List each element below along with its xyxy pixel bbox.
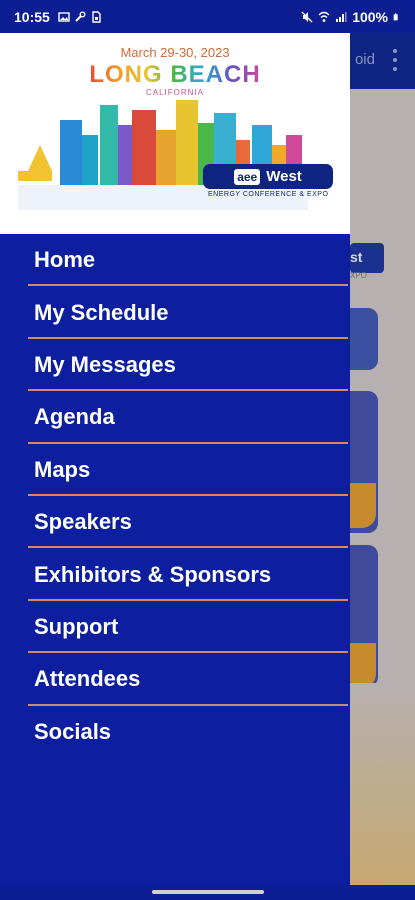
menu-item-maps[interactable]: Maps (0, 444, 350, 497)
aee-west-badge: aee West (203, 164, 333, 189)
menu-item-exhibitors-sponsors[interactable]: Exhibitors & Sponsors (0, 548, 350, 602)
background-appbar-title: oid (354, 51, 375, 68)
aee-badge-text: West (266, 168, 302, 185)
event-date: March 29-30, 2023 (120, 45, 230, 60)
image-icon (58, 11, 70, 22)
menu-item-my-schedule[interactable]: My Schedule (0, 286, 350, 340)
background-logo: st (350, 243, 384, 273)
navigation-drawer: March 29-30, 2023 LONG BEACH CALIFORNIA … (0, 33, 350, 885)
event-city: LONG BEACH (0, 61, 350, 89)
menu-item-speakers[interactable]: Speakers (0, 496, 350, 549)
battery-icon (393, 12, 398, 20)
menu-item-agenda[interactable]: Agenda (0, 391, 350, 444)
background-fill (350, 683, 415, 885)
aee-logo-mark: aee (234, 168, 261, 185)
sim-icon (92, 10, 101, 23)
menu-item-attendees[interactable]: Attendees (0, 653, 350, 706)
background-card (350, 308, 378, 370)
event-city-text: LONG BEACH (89, 61, 261, 88)
battery-percent: 100% (352, 8, 388, 25)
menu-item-support[interactable]: Support (0, 601, 350, 654)
status-time: 10:55 (14, 8, 50, 25)
menu-item-home[interactable]: Home (0, 234, 350, 287)
event-tagline: ENERGY CONFERENCE & EXPO (208, 191, 329, 198)
gesture-handle[interactable] (152, 890, 264, 894)
overflow-menu-icon (393, 49, 399, 71)
menu-item-my-messages[interactable]: My Messages (0, 339, 350, 392)
menu-item-socials[interactable]: Socials (0, 706, 350, 758)
drawer-header: March 29-30, 2023 LONG BEACH CALIFORNIA … (0, 33, 350, 234)
background-card-footer (350, 643, 376, 688)
wrench-icon (75, 11, 86, 22)
signal-icon (336, 11, 347, 22)
wifi-icon (318, 11, 330, 22)
mute-icon (301, 11, 313, 22)
drawer-menu: Home My Schedule My Messages Agenda Maps… (0, 234, 350, 758)
background-card-footer (350, 483, 376, 528)
background-logo-sub: XPO (350, 271, 367, 280)
status-bar: 10:55 100% (0, 0, 415, 33)
